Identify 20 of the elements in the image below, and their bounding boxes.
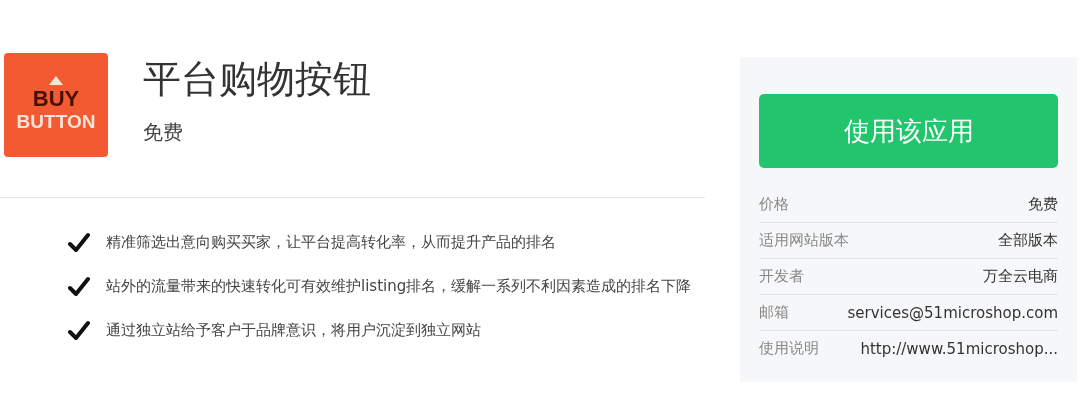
detail-label: 开发者 (759, 267, 804, 286)
checkmark-icon (68, 232, 90, 254)
detail-label: 适用网站版本 (759, 231, 849, 250)
app-title: 平台购物按钮 (143, 56, 371, 103)
checkmark-icon (68, 320, 90, 342)
detail-value: http://www.51microshop... (860, 339, 1058, 358)
feature-text: 站外的流量带来的快速转化可有效维护listing排名，缓解一系列不利因素造成的排名下降 (106, 276, 693, 297)
detail-label: 价格 (759, 195, 789, 214)
feature-text: 通过独立站给予客户于品牌意识，将用户沉淀到独立网站 (106, 320, 482, 341)
feature-text: 精准筛选出意向购买买家，让平台提高转化率，从而提升产品的排名 (106, 232, 557, 253)
detail-value: 万全云电商 (983, 267, 1058, 286)
buy-button-logo: BUY BUTTON (4, 53, 108, 157)
detail-value: 全部版本 (998, 231, 1058, 250)
detail-label: 使用说明 (759, 339, 819, 358)
detail-value: 免费 (1028, 195, 1058, 214)
detail-value: services@51microshop.com (847, 303, 1058, 322)
checkmark-icon (68, 276, 90, 298)
app-price: 免费 (143, 119, 184, 146)
use-app-button[interactable]: 使用该应用 (759, 94, 1058, 168)
detail-label: 邮箱 (759, 303, 789, 322)
